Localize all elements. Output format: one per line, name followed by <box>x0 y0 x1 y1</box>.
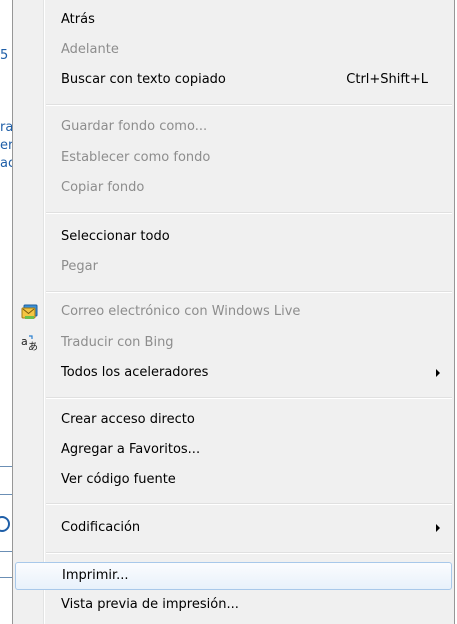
menu-item-set-as-background[interactable]: Establecer como fondo <box>15 145 452 171</box>
menu-item-label: Establecer como fondo <box>61 150 211 165</box>
menu-item-label: Traducir con Bing <box>61 335 174 350</box>
context-menu: Atrás Adelante Buscar con texto copiado … <box>12 0 455 624</box>
menu-item-label: Copiar fondo <box>61 180 145 195</box>
menu-item-all-accelerators[interactable]: Todos los aceleradores <box>15 360 452 386</box>
menu-separator <box>46 212 452 214</box>
background-divider <box>0 466 12 467</box>
background-divider <box>0 577 12 578</box>
screen: 5 ra er ac Atrás Adelante Buscar con tex… <box>0 0 457 624</box>
submenu-arrow-icon <box>436 369 440 377</box>
menu-item-label: Vista previa de impresión... <box>61 597 239 612</box>
menu-separator <box>46 552 452 554</box>
menu-item-create-shortcut[interactable]: Crear acceso directo <box>15 407 452 433</box>
menu-item-email-windows-live[interactable]: Correo electrónico con Windows Live <box>15 299 452 325</box>
menu-separator <box>46 291 452 293</box>
submenu-arrow-icon <box>436 524 440 532</box>
menu-separator <box>46 503 452 505</box>
menu-item-shortcut: Ctrl+Shift+L <box>346 72 428 87</box>
menu-item-search-copied-text[interactable]: Buscar con texto copiado Ctrl+Shift+L <box>15 67 452 93</box>
menu-item-encoding[interactable]: Codificación <box>15 515 452 541</box>
menu-item-label: Adelante <box>61 42 119 57</box>
menu-item-forward[interactable]: Adelante <box>15 37 452 63</box>
menu-item-paste[interactable]: Pegar <box>15 254 452 280</box>
menu-item-view-source[interactable]: Ver código fuente <box>15 467 452 493</box>
menu-item-label: Correo electrónico con Windows Live <box>61 304 301 319</box>
menu-item-label: Buscar con texto copiado <box>61 72 226 87</box>
menu-item-print-preview[interactable]: Vista previa de impresión... <box>15 592 452 618</box>
menu-item-add-to-favorites[interactable]: Agregar a Favoritos... <box>15 437 452 463</box>
menu-item-label: Agregar a Favoritos... <box>61 442 201 457</box>
menu-item-label: Todos los aceleradores <box>61 365 209 380</box>
menu-item-copy-background[interactable]: Copiar fondo <box>15 175 452 201</box>
menu-item-label: Imprimir... <box>62 568 129 583</box>
translate-icon: a あ <box>21 334 39 353</box>
menu-item-back[interactable]: Atrás <box>15 7 452 33</box>
menu-item-select-all[interactable]: Seleccionar todo <box>15 224 452 250</box>
background-divider <box>0 551 12 552</box>
menu-separator <box>46 397 452 399</box>
menu-item-label: Atrás <box>61 12 95 27</box>
menu-item-label: Guardar fondo como... <box>61 119 208 134</box>
menu-item-save-background[interactable]: Guardar fondo como... <box>15 114 452 140</box>
menu-item-print[interactable]: Imprimir... <box>15 562 452 590</box>
svg-text:あ: あ <box>28 341 38 352</box>
background-circle-icon <box>0 516 10 532</box>
windows-live-mail-icon <box>21 303 39 321</box>
menu-item-label: Pegar <box>61 259 98 274</box>
menu-item-label: Seleccionar todo <box>61 229 170 244</box>
menu-item-translate-bing[interactable]: a あ Traducir con Bing <box>15 330 452 356</box>
background-divider <box>0 494 12 495</box>
menu-item-label: Codificación <box>61 520 141 535</box>
background-text-fragment: 5 <box>0 48 9 63</box>
menu-item-label: Crear acceso directo <box>61 412 195 427</box>
menu-separator <box>46 104 452 106</box>
svg-text:a: a <box>21 335 28 348</box>
menu-item-label: Ver código fuente <box>61 472 176 487</box>
